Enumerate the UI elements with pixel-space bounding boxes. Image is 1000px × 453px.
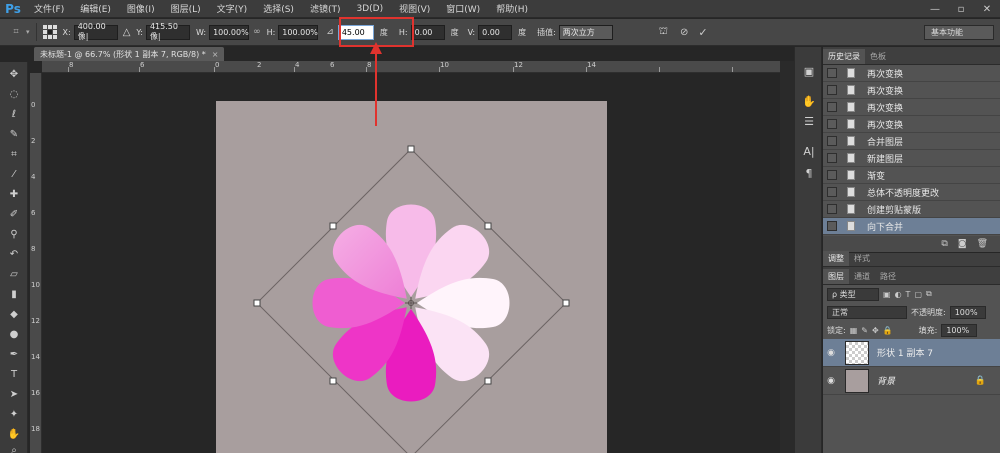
tab-swatches[interactable]: 色板 — [865, 49, 891, 64]
history-checkbox[interactable] — [827, 204, 837, 214]
history-item-label: 再次变换 — [867, 69, 904, 80]
history-item-label: 再次变换 — [867, 103, 904, 114]
history-item[interactable]: 总体不透明度更改 — [823, 184, 1000, 201]
adjustments-panel: 调整 样式 — [823, 251, 1000, 267]
lock-all-icon[interactable]: 🔒 — [883, 326, 893, 335]
history-item-label: 总体不透明度更改 — [867, 188, 940, 199]
history-item-label: 创建剪贴蒙版 — [867, 205, 922, 216]
fill-field[interactable]: 100% — [941, 323, 978, 337]
history-item-label: 新建图层 — [867, 154, 904, 165]
layers-panel: 图层 通道 路径 ρ 类型 ▣ ◐ T ▢ ⧉ 正常 不透明度: 100% 锁定… — [823, 267, 1000, 453]
history-item-label: 向下合并 — [867, 222, 904, 233]
transform-handle[interactable] — [253, 299, 261, 307]
transform-handle[interactable] — [329, 222, 337, 230]
paragraph-panel-icon[interactable]: ¶ — [801, 165, 817, 181]
history-state-icon — [847, 85, 855, 95]
history-item-selected[interactable]: 向下合并 — [823, 218, 1000, 235]
history-state-icon — [847, 102, 855, 112]
transform-handle[interactable] — [329, 377, 337, 385]
brush-panel-icon[interactable]: ✋ — [801, 93, 817, 109]
tab-channels[interactable]: 通道 — [849, 269, 875, 284]
history-checkbox[interactable] — [827, 170, 837, 180]
history-panel: 历史记录 色板 再次变换 再次变换 再次变换 再次变换 合并图层 新建图层 渐变… — [823, 47, 1000, 252]
panel-icon-strip: ▣ ✋ ☰ A| ¶ — [794, 47, 822, 453]
history-checkbox[interactable] — [827, 153, 837, 163]
layer-name: 背景 — [877, 377, 896, 387]
history-checkbox[interactable] — [827, 136, 837, 146]
history-checkbox[interactable] — [827, 85, 837, 95]
layer-row-selected[interactable]: ◉ 形状 1 副本 7 — [823, 339, 1000, 367]
snapshot-icon[interactable]: ◙ — [958, 239, 967, 249]
history-item[interactable]: 创建剪贴蒙版 — [823, 201, 1000, 218]
transform-center-icon[interactable] — [405, 297, 417, 309]
history-checkbox[interactable] — [827, 187, 837, 197]
history-item[interactable]: 再次变换 — [823, 116, 1000, 133]
history-panel-icon[interactable]: ▣ — [801, 63, 817, 79]
history-item-label: 合并图层 — [867, 137, 904, 148]
layer-thumbnail — [845, 340, 869, 365]
opacity-label: 不透明度: — [911, 307, 946, 317]
history-state-icon — [847, 221, 855, 231]
transform-handle[interactable] — [484, 377, 492, 385]
tab-adjustments[interactable]: 调整 — [823, 251, 849, 266]
tab-layers[interactable]: 图层 — [823, 269, 849, 284]
transform-handle[interactable] — [407, 145, 415, 153]
red-arrow-icon — [370, 42, 382, 126]
filter-smart-icon[interactable]: ⧉ — [926, 289, 932, 299]
blend-mode-select[interactable]: 正常 — [827, 305, 907, 319]
history-state-icon — [847, 187, 855, 197]
lock-position-icon[interactable]: ✥ — [872, 326, 879, 335]
filter-shape-icon[interactable]: ▢ — [914, 290, 922, 299]
history-item[interactable]: 再次变换 — [823, 99, 1000, 116]
history-checkbox[interactable] — [827, 221, 837, 231]
history-item-label: 再次变换 — [867, 120, 904, 131]
lock-icon: 🔒 — [974, 375, 986, 386]
layer-row[interactable]: ◉ 背景 🔒 — [823, 367, 1000, 395]
history-item[interactable]: 再次变换 — [823, 82, 1000, 99]
trash-icon[interactable]: 🗑 — [977, 239, 988, 249]
transform-handle[interactable] — [484, 222, 492, 230]
history-checkbox[interactable] — [827, 102, 837, 112]
character-panel-icon[interactable]: A| — [801, 143, 817, 159]
eye-icon[interactable]: ◉ — [823, 376, 839, 386]
history-item[interactable]: 合并图层 — [823, 133, 1000, 150]
history-state-icon — [847, 204, 855, 214]
history-item[interactable]: 渐变 — [823, 167, 1000, 184]
history-item[interactable]: 再次变换 — [823, 65, 1000, 82]
history-state-icon — [847, 119, 855, 129]
history-state-icon — [847, 153, 855, 163]
layer-thumbnail — [845, 368, 869, 393]
new-document-from-state-icon[interactable]: ⧉ — [941, 239, 947, 249]
tab-styles[interactable]: 样式 — [849, 251, 875, 266]
history-state-icon — [847, 136, 855, 146]
filter-type-icon[interactable]: T — [906, 290, 911, 299]
history-item-label: 渐变 — [867, 171, 886, 182]
history-item[interactable]: 新建图层 — [823, 150, 1000, 167]
filter-pixel-icon[interactable]: ▣ — [883, 290, 891, 299]
lock-image-icon[interactable]: ✎ — [861, 326, 868, 335]
fill-label: 填充: — [918, 325, 938, 335]
history-state-icon — [847, 170, 855, 180]
transform-handle[interactable] — [562, 299, 570, 307]
opacity-field[interactable]: 100% — [949, 305, 986, 319]
history-state-icon — [847, 68, 855, 78]
lock-label: 锁定: — [827, 325, 846, 335]
lock-transparency-icon[interactable]: ▦ — [850, 326, 858, 335]
layer-name: 形状 1 副本 7 — [877, 349, 934, 359]
tab-history[interactable]: 历史记录 — [823, 49, 865, 64]
properties-panel-icon[interactable]: ☰ — [801, 113, 817, 129]
filter-adjust-icon[interactable]: ◐ — [895, 290, 902, 299]
eye-icon[interactable]: ◉ — [823, 348, 839, 358]
layer-filter-select[interactable]: ρ 类型 — [827, 287, 879, 301]
history-footer: ⧉ ◙ 🗑 — [823, 236, 1000, 252]
canvas-vertical-scrollbar[interactable] — [780, 61, 794, 453]
history-item-label: 再次变换 — [867, 86, 904, 97]
history-checkbox[interactable] — [827, 119, 837, 129]
history-checkbox[interactable] — [827, 68, 837, 78]
tab-paths[interactable]: 路径 — [875, 269, 901, 284]
